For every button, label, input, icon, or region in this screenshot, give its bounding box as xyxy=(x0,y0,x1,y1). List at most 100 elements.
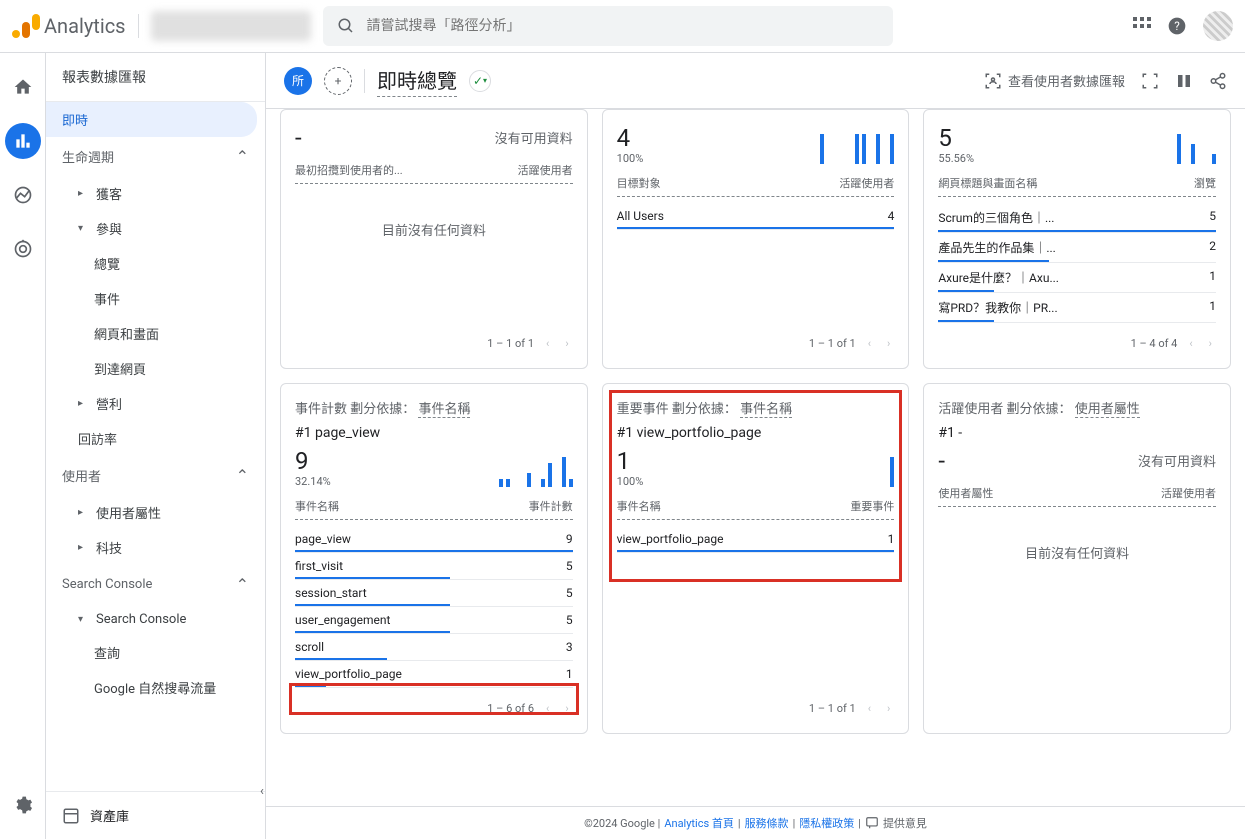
nav-eng-landing[interactable]: 到達網頁 xyxy=(46,351,265,386)
nav-tech[interactable]: ▸科技 xyxy=(46,530,265,565)
page-title: 即時總覽 xyxy=(377,65,457,97)
user-avatar[interactable] xyxy=(1203,11,1233,41)
table-row[interactable]: Axure是什麼？｜Axu...1 xyxy=(938,263,1216,293)
top-bar: Analytics ? xyxy=(0,0,1245,53)
chevron-down-icon: ▾ xyxy=(78,223,96,234)
nav-realtime[interactable]: 即時 xyxy=(46,102,257,137)
nav-eng-events[interactable]: 事件 xyxy=(46,281,265,316)
sidebar-library[interactable]: 資產庫 xyxy=(46,791,265,839)
account-selector[interactable] xyxy=(151,11,311,41)
table-row[interactable]: user_engagement5 xyxy=(295,607,573,634)
add-comparison-button[interactable]: + xyxy=(324,67,352,95)
logo[interactable]: Analytics xyxy=(12,14,126,38)
chevron-right-icon: ▸ xyxy=(78,507,96,518)
nav-acquisition[interactable]: ▸獲客 xyxy=(46,176,265,211)
rail-home-icon[interactable] xyxy=(5,69,41,105)
nav-engagement[interactable]: ▾參與 xyxy=(46,211,265,246)
search-input[interactable] xyxy=(367,18,879,34)
footer-link-terms[interactable]: 服務條款 xyxy=(745,815,789,831)
section-search-console[interactable]: Search Console⌃ xyxy=(46,565,265,604)
stat-percent: 32.14% xyxy=(295,475,331,488)
help-icon[interactable]: ? xyxy=(1167,16,1187,36)
chevron-right-icon: ▸ xyxy=(78,542,96,553)
table-row[interactable]: view_portfolio_page1 xyxy=(295,661,573,688)
rail-settings-icon[interactable] xyxy=(5,787,41,823)
top-item-label: #1 - xyxy=(938,425,1216,441)
nav-retention[interactable]: 回訪率 xyxy=(46,421,265,456)
rail-reports-icon[interactable] xyxy=(5,123,41,159)
pager-next-icon[interactable]: › xyxy=(561,333,572,354)
nav-eng-pages[interactable]: 網頁和畫面 xyxy=(46,316,265,351)
section-user[interactable]: 使用者⌃ xyxy=(46,456,265,495)
stat-number: - xyxy=(295,124,302,152)
icon-rail xyxy=(0,53,46,839)
share-icon[interactable] xyxy=(1209,72,1227,90)
empty-state: 目前沒有任何資料 xyxy=(938,513,1216,592)
table-row[interactable]: first_visit5 xyxy=(295,553,573,580)
section-lifecycle[interactable]: 生命週期⌃ xyxy=(46,137,265,176)
nav-sc-queries[interactable]: 查詢 xyxy=(46,635,265,670)
pager-prev-icon[interactable]: ‹ xyxy=(864,333,875,354)
table-row[interactable]: Scrum的三個角色｜...5 xyxy=(938,203,1216,233)
nav-monetization[interactable]: ▸營利 xyxy=(46,386,265,421)
search-icon xyxy=(337,17,355,35)
nav-user-attr[interactable]: ▸使用者屬性 xyxy=(46,495,265,530)
table-row[interactable]: session_start5 xyxy=(295,580,573,607)
status-check-icon[interactable]: ✓▾ xyxy=(469,70,491,92)
stat-number: 5 xyxy=(938,124,974,152)
footer-link-home[interactable]: Analytics 首頁 xyxy=(664,815,734,831)
table-row[interactable]: view_portfolio_page1 xyxy=(617,526,895,553)
sparkline-chart xyxy=(774,447,894,487)
apps-grid-icon[interactable] xyxy=(1133,17,1151,35)
stat-number: 1 xyxy=(617,447,644,475)
card-audiences: 4100% 目標對象活躍使用者 All Users4 1 – 1 of 1‹› xyxy=(602,109,910,369)
pager-prev-icon[interactable]: ‹ xyxy=(864,698,875,719)
card-page-titles: 555.56% 網頁標題與畫面名稱瀏覽 Scrum的三個角色｜...5 產品先生… xyxy=(923,109,1231,369)
pager-prev-icon[interactable]: ‹ xyxy=(542,698,553,719)
fullscreen-icon[interactable] xyxy=(1141,72,1159,90)
pager-next-icon[interactable]: › xyxy=(561,698,572,719)
pager-next-icon[interactable]: › xyxy=(883,333,894,354)
nav-sc-organic[interactable]: Google 自然搜尋流量 xyxy=(46,670,265,705)
top-item-label: #1 view_portfolio_page xyxy=(617,425,895,441)
rail-advertising-icon[interactable] xyxy=(5,231,41,267)
card-user-property: 活躍使用者 劃分依據： 使用者屬性 #1 - -沒有可用資料 使用者屬性活躍使用… xyxy=(923,383,1231,734)
page-header: 所 + 即時總覽 ✓▾ 查看使用者數據匯報 xyxy=(266,53,1245,109)
collapse-sidebar-icon[interactable]: ‹ xyxy=(260,784,264,799)
table-row[interactable]: scroll3 xyxy=(295,634,573,661)
rail-explore-icon[interactable] xyxy=(5,177,41,213)
sidebar-header: 報表數據匯報 xyxy=(46,53,265,102)
page-footer: ©2024 Google | Analytics 首頁 | 服務條款 | 隱私權… xyxy=(266,806,1245,839)
nav-search-console[interactable]: ▾Search Console xyxy=(46,604,265,635)
pager-prev-icon[interactable]: ‹ xyxy=(542,333,553,354)
table-row[interactable]: All Users4 xyxy=(617,203,895,230)
chevron-up-icon: ⌃ xyxy=(236,147,249,166)
table-row[interactable]: 產品先生的作品集｜...2 xyxy=(938,233,1216,263)
pager-next-icon[interactable]: › xyxy=(883,698,894,719)
no-data-label: 沒有可用資料 xyxy=(495,124,573,151)
footer-link-privacy[interactable]: 隱私權政策 xyxy=(799,815,854,831)
stat-percent: 100% xyxy=(617,152,644,165)
pager-prev-icon[interactable]: ‹ xyxy=(1185,333,1196,354)
chevron-up-icon: ⌃ xyxy=(236,575,249,594)
svg-text:?: ? xyxy=(1174,19,1180,33)
stat-number: 9 xyxy=(295,447,331,475)
table-row[interactable]: page_view9 xyxy=(295,526,573,553)
divider xyxy=(364,69,365,93)
card-event-count: 事件計數 劃分依據： 事件名稱 #1 page_view 932.14% 事件名… xyxy=(280,383,588,734)
chevron-right-icon: ▸ xyxy=(78,398,96,409)
all-users-chip[interactable]: 所 xyxy=(284,67,312,95)
sparkline-chart xyxy=(453,447,573,487)
analytics-logo-icon xyxy=(12,14,36,38)
compare-icon[interactable] xyxy=(1175,72,1193,90)
library-icon xyxy=(62,807,80,825)
table-row[interactable]: 寫PRD？我教你｜PR...1 xyxy=(938,293,1216,323)
pager-next-icon[interactable]: › xyxy=(1205,333,1216,354)
search-box[interactable] xyxy=(323,6,893,46)
chevron-down-icon: ▾ xyxy=(78,614,96,625)
card-key-events: 重要事件 劃分依據： 事件名稱 #1 view_portfolio_page 1… xyxy=(602,383,910,734)
nav-eng-overview[interactable]: 總覽 xyxy=(46,246,265,281)
view-snapshot-button[interactable]: 查看使用者數據匯報 xyxy=(984,71,1125,90)
footer-link-feedback[interactable]: 提供意見 xyxy=(883,815,927,831)
sparkline-chart xyxy=(1096,124,1216,164)
